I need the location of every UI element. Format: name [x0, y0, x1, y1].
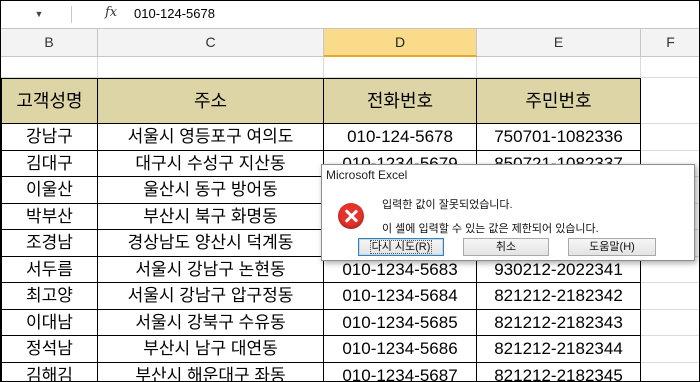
chevron-down-icon[interactable]: ▼ — [33, 8, 45, 20]
cell-customer-name[interactable]: 박부산 — [1, 203, 98, 230]
dialog-title: Microsoft Excel — [326, 168, 408, 182]
column-header-e[interactable]: E — [477, 29, 641, 57]
cell-resident-number[interactable]: 750701-1082336 — [477, 124, 641, 151]
header-cell-customer-name[interactable]: 고객성명 — [1, 78, 98, 124]
cell-phone[interactable]: 010-1234-5684 — [324, 283, 477, 310]
cell-address[interactable]: 서울시 강북구 수유동 — [98, 309, 324, 336]
cell-customer-name[interactable]: 조경남 — [1, 230, 98, 257]
cell-resident-number[interactable]: 821212-2182345 — [477, 362, 641, 381]
column-header-c[interactable]: C — [98, 29, 324, 57]
cell-phone[interactable]: 010-1234-5687 — [324, 362, 477, 381]
empty-cell[interactable] — [1, 57, 98, 78]
cell-customer-name[interactable]: 김대구 — [1, 150, 98, 177]
cell-customer-name[interactable]: 김해김 — [1, 362, 98, 381]
cell-address[interactable]: 부산시 남구 대연동 — [98, 336, 324, 363]
cell-address[interactable]: 서울시 강남구 압구정동 — [98, 283, 324, 310]
cell-customer-name[interactable]: 강남구 — [1, 124, 98, 151]
cell-phone[interactable]: 010-1234-5686 — [324, 336, 477, 363]
cell-address[interactable]: 서울시 영등포구 여의도 — [98, 124, 324, 151]
header-cell-resident-number[interactable]: 주민번호 — [477, 78, 641, 124]
cell-resident-number[interactable]: 821212-2182343 — [477, 309, 641, 336]
empty-cell[interactable] — [641, 57, 699, 78]
cell-address[interactable]: 대구시 수성구 지산동 — [98, 150, 324, 177]
empty-cell[interactable] — [641, 310, 699, 336]
header-cell-phone[interactable]: 전화번호 — [324, 78, 477, 124]
cell-address[interactable]: 울산시 동구 방어동 — [98, 177, 324, 204]
excel-window: ▼ fx 010-124-5678 B C D E F 고객성명 주소 전화번호 주민… — [0, 0, 700, 382]
dialog-message-line1: 입력한 값이 잘못되었습니다. — [382, 199, 513, 211]
cell-address[interactable]: 부산시 해운대구 좌동 — [98, 362, 324, 381]
cancel-button[interactable]: 취소 — [463, 238, 549, 256]
cell-address[interactable]: 부산시 북구 화명동 — [98, 203, 324, 230]
error-icon — [338, 203, 364, 229]
error-dialog: Microsoft Excel 입력한 값이 잘못되었습니다. 이 셀에 입력할… — [321, 164, 695, 261]
cell-customer-name[interactable]: 이울산 — [1, 177, 98, 204]
empty-cell[interactable] — [641, 363, 699, 382]
cell-address[interactable]: 서울시 강남구 논현동 — [98, 256, 324, 283]
empty-cell[interactable] — [641, 283, 699, 310]
header-cell-address[interactable]: 주소 — [98, 78, 324, 124]
cell-address[interactable]: 경상남도 양산시 덕계동 — [98, 230, 324, 257]
cell-phone[interactable]: 010-124-5678 — [324, 124, 477, 151]
cell-customer-name[interactable]: 정석남 — [1, 336, 98, 363]
empty-cell[interactable] — [641, 78, 699, 124]
formula-bar: ▼ fx 010-124-5678 — [1, 1, 699, 29]
empty-cell[interactable] — [477, 57, 641, 78]
help-button[interactable]: 도움말(H) — [568, 238, 656, 256]
fx-icon[interactable]: fx — [105, 5, 117, 20]
cell-resident-number[interactable]: 821212-2182344 — [477, 336, 641, 363]
column-header-b[interactable]: B — [1, 29, 98, 57]
formula-input[interactable]: 010-124-5678 — [134, 6, 215, 21]
cell-customer-name[interactable]: 최고양 — [1, 283, 98, 310]
cell-resident-number[interactable]: 821212-2182342 — [477, 283, 641, 310]
cell-customer-name[interactable]: 서두름 — [1, 256, 98, 283]
empty-cell[interactable] — [98, 57, 324, 78]
formula-bar-divider — [71, 6, 72, 23]
empty-cell[interactable] — [324, 57, 477, 78]
empty-cell[interactable] — [641, 336, 699, 363]
cell-customer-name[interactable]: 이대남 — [1, 309, 98, 336]
column-header-f[interactable]: F — [641, 29, 699, 57]
retry-button[interactable]: 다시 시도(R) — [358, 238, 444, 256]
cell-phone[interactable]: 010-1234-5685 — [324, 309, 477, 336]
dialog-message-line2: 이 셀에 입력할 수 있는 값은 제한되어 있습니다. — [382, 223, 599, 235]
empty-cell[interactable] — [641, 124, 699, 151]
column-header-d[interactable]: D — [324, 29, 477, 57]
retry-button-label: 다시 시도(R) — [369, 240, 433, 254]
